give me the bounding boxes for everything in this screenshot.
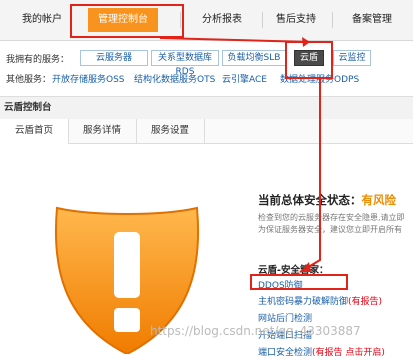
annotation-arrows: [159, 37, 321, 273]
watermark: https://blog.csdn.net/qq_43303887: [150, 324, 361, 338]
